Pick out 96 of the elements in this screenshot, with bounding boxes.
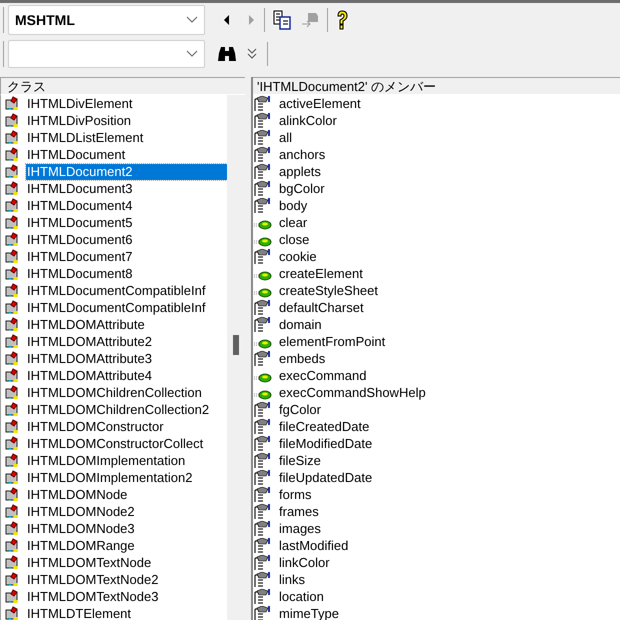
class-item[interactable]: IHTMLDOMChildrenCollection — [26, 384, 228, 400]
class-item[interactable]: IHTMLDOMConstructorCollect — [26, 436, 228, 452]
property-icon — [254, 300, 272, 316]
property-icon — [254, 402, 272, 418]
class-item[interactable]: IHTMLDOMChildrenCollection2 — [26, 402, 228, 418]
member-item[interactable]: anchors — [279, 146, 326, 162]
help-icon[interactable] — [335, 10, 349, 30]
property-icon — [254, 572, 272, 588]
member-item[interactable]: fileModifiedDate — [279, 436, 372, 452]
class-item[interactable]: IHTMLDOMAttribute3 — [26, 350, 228, 366]
property-icon — [254, 486, 272, 502]
class-item[interactable]: IHTMLDocument5 — [26, 214, 228, 230]
member-item[interactable]: cookie — [279, 248, 317, 264]
property-icon — [254, 248, 272, 264]
class-item[interactable]: IHTMLDocumentCompatibleInf — [26, 300, 228, 316]
class-item[interactable]: IHTMLDOMTextNode2 — [26, 572, 228, 588]
class-item[interactable]: IHTMLDOMTextNode3 — [26, 588, 228, 604]
class-item[interactable]: IHTMLDOMNode — [26, 486, 228, 502]
library-dropdown[interactable]: MSHTML — [8, 5, 205, 35]
class-item[interactable]: IHTMLDOMRange — [26, 538, 228, 554]
class-item[interactable]: IHTMLDOMNode2 — [26, 504, 228, 520]
member-item[interactable]: createStyleSheet — [279, 282, 378, 298]
property-icon — [254, 588, 272, 604]
class-item[interactable]: IHTMLDOMImplementation2 — [26, 470, 228, 486]
member-item[interactable]: body — [279, 198, 308, 214]
member-item[interactable]: mimeType — [279, 606, 339, 620]
property-icon — [254, 146, 272, 162]
class-item[interactable]: IHTMLDTElement — [26, 606, 228, 620]
property-icon — [254, 554, 272, 570]
copy-icon[interactable] — [272, 10, 292, 30]
property-icon — [254, 180, 272, 196]
member-item[interactable]: embeds — [279, 350, 326, 366]
class-item[interactable]: IHTMLDocument2 — [26, 164, 228, 180]
class-item[interactable]: IHTMLDocumentCompatibleInf — [26, 282, 228, 298]
member-item[interactable]: domain — [279, 316, 322, 332]
member-item[interactable]: images — [279, 520, 321, 536]
member-item[interactable]: linkColor — [279, 554, 330, 570]
property-icon — [254, 164, 272, 180]
member-item[interactable]: execCommand — [279, 368, 366, 384]
property-icon — [254, 452, 272, 468]
property-icon — [254, 96, 272, 112]
member-item[interactable]: close — [279, 232, 310, 248]
class-item[interactable]: IHTMLDOMTextNode — [26, 554, 228, 570]
class-item[interactable]: IHTMLDOMImplementation — [26, 452, 228, 468]
class-item[interactable]: IHTMLDivElement — [26, 96, 228, 112]
class-item[interactable]: IHTMLDocument7 — [26, 248, 228, 264]
class-item[interactable]: IHTMLDocument3 — [26, 180, 228, 196]
member-item[interactable]: alinkColor — [279, 112, 337, 128]
member-item[interactable]: all — [279, 130, 292, 146]
member-item[interactable]: fileCreatedDate — [279, 418, 370, 434]
class-item[interactable]: IHTMLDocument4 — [26, 198, 228, 214]
member-item[interactable]: execCommandShowHelp — [279, 384, 426, 400]
property-icon — [254, 538, 272, 554]
member-item[interactable]: fgColor — [279, 402, 321, 418]
property-icon — [254, 198, 272, 214]
class-item[interactable]: IHTMLDListElement — [26, 130, 228, 146]
member-item[interactable]: clear — [279, 214, 308, 230]
property-icon — [254, 504, 272, 520]
class-item[interactable]: IHTMLDOMConstructor — [26, 418, 228, 434]
column-header: クラス — [0, 77, 245, 95]
member-item[interactable]: createElement — [279, 266, 363, 282]
member-item[interactable]: location — [279, 588, 324, 604]
member-item[interactable]: links — [279, 572, 306, 588]
property-icon — [254, 350, 272, 366]
class-item[interactable]: IHTMLDocument8 — [26, 266, 228, 282]
double-chevron-icon[interactable] — [247, 48, 257, 60]
class-item[interactable]: IHTMLDocument — [26, 146, 228, 162]
binoculars-icon[interactable] — [217, 45, 237, 63]
property-icon — [254, 112, 272, 128]
member-item[interactable]: fileSize — [279, 452, 321, 468]
member-item[interactable]: activeElement — [279, 96, 361, 112]
property-icon — [254, 436, 272, 452]
scrollbar-thumb[interactable] — [233, 335, 240, 355]
member-item[interactable]: frames — [279, 504, 319, 520]
class-item[interactable]: IHTMLDOMAttribute — [26, 316, 228, 332]
class-item[interactable]: IHTMLDivPosition — [26, 112, 228, 128]
property-icon — [254, 316, 272, 332]
member-item[interactable]: defaultCharset — [279, 300, 364, 316]
property-icon — [254, 130, 272, 146]
class-item[interactable]: IHTMLDocument6 — [26, 232, 228, 248]
chevron-down-icon — [186, 50, 198, 58]
member-item[interactable]: applets — [279, 164, 321, 180]
library-value: MSHTML — [15, 10, 76, 30]
member-item[interactable]: fileUpdatedDate — [279, 470, 372, 486]
property-icon — [254, 520, 272, 536]
column-header: 'IHTMLDocument2' のメンバー — [253, 77, 620, 95]
class-item[interactable]: IHTMLDOMAttribute4 — [26, 368, 228, 384]
member-item[interactable]: bgColor — [279, 180, 325, 196]
property-icon — [254, 418, 272, 434]
class-item[interactable]: IHTMLDOMAttribute2 — [26, 334, 228, 350]
member-item[interactable]: lastModified — [279, 538, 348, 554]
member-item[interactable]: elementFromPoint — [279, 334, 386, 350]
property-icon — [254, 470, 272, 486]
member-item[interactable]: forms — [279, 486, 312, 502]
class-item[interactable]: IHTMLDOMNode3 — [26, 520, 228, 536]
chevron-down-icon — [186, 16, 198, 24]
